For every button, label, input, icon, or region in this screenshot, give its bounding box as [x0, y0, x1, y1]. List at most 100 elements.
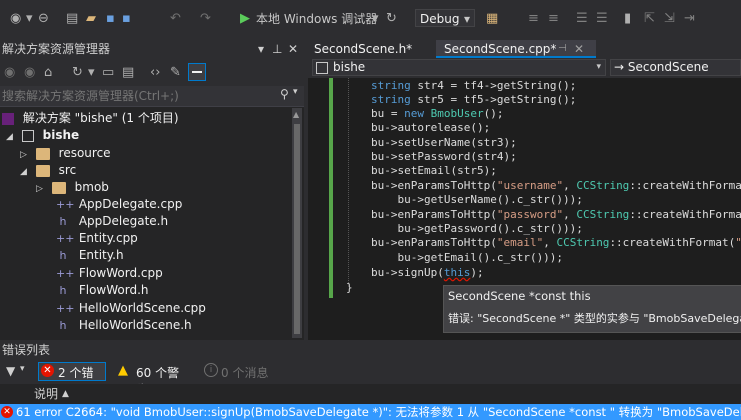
- home-icon[interactable]: ⌂: [44, 64, 52, 82]
- code-line: bu->setUserName(str3);: [371, 136, 517, 149]
- chevron-down-icon[interactable]: ▾: [258, 40, 264, 58]
- tree-file[interactable]: h AppDelegate.h: [56, 213, 346, 230]
- find-icon[interactable]: ▦: [486, 10, 498, 28]
- filter-icon[interactable]: ▼: [6, 364, 15, 378]
- collapse-icon[interactable]: ▭: [102, 64, 114, 82]
- config-dropdown[interactable]: Debug ▾: [415, 9, 475, 27]
- tab-secondscene-cpp[interactable]: SecondScene.cpp* ⊣ ✕: [436, 40, 596, 58]
- code-line: bu->setPassword(str4);: [371, 150, 517, 163]
- error-row-text: 61 error C2664: "void BmobUser::signUp(B…: [16, 405, 741, 419]
- align-icon[interactable]: ≡: [528, 10, 539, 28]
- new-item-icon[interactable]: ▤: [66, 10, 78, 28]
- bookmark-icon[interactable]: ▮: [624, 10, 631, 28]
- save-all-icon[interactable]: ▪: [122, 10, 131, 28]
- show-all-files-icon[interactable]: ▤: [122, 64, 134, 82]
- expanded-arrow-icon[interactable]: ◢: [20, 164, 32, 181]
- chevron-down-icon[interactable]: ▾: [372, 10, 379, 28]
- solution-search-input[interactable]: [0, 86, 274, 106]
- code-line: bu->enParamsToHttp("username", CCString:…: [371, 179, 741, 192]
- close-icon[interactable]: ✕: [288, 40, 298, 58]
- error-icon: ✕: [41, 364, 54, 377]
- undo-icon[interactable]: ↶: [170, 10, 181, 28]
- chevron-down-icon[interactable]: ▾: [20, 364, 25, 374]
- clear-bookmark-icon[interactable]: ⇥: [684, 10, 695, 28]
- tree-solution[interactable]: 解决方案 "bishe" (1 个项目): [2, 110, 292, 127]
- comment-icon[interactable]: ☰: [576, 10, 588, 28]
- tree-project[interactable]: ◢ bishe: [6, 127, 296, 144]
- member-scope-dropdown[interactable]: → SecondScene: [610, 59, 741, 76]
- config-value: Debug: [420, 12, 460, 26]
- expanded-arrow-icon[interactable]: ◢: [6, 129, 18, 146]
- chevron-down-icon[interactable]: ▾: [293, 87, 298, 97]
- cpp-file-icon: ++: [56, 266, 75, 280]
- tree-item-src[interactable]: ◢ src: [20, 162, 310, 179]
- sync-icon[interactable]: ↻: [72, 64, 83, 82]
- tab-secondscene-h[interactable]: SecondScene.h*: [308, 40, 440, 58]
- solution-scrollbar-thumb[interactable]: [294, 124, 300, 334]
- chevron-down-icon[interactable]: ▾: [88, 64, 95, 82]
- messages-count-label: 0 个消息: [221, 366, 269, 380]
- column-description[interactable]: 说明: [34, 384, 58, 404]
- pin-icon[interactable]: ⊥: [272, 40, 282, 58]
- error-icon: ✕: [1, 406, 13, 418]
- search-icon[interactable]: ⚲: [280, 87, 289, 101]
- nav-scope-label: → SecondScene: [614, 60, 709, 74]
- editor-tab-strip: SecondScene.h* SecondScene.cpp* ⊣ ✕: [308, 40, 741, 58]
- tree-item-label: FlowWord.cpp: [78, 266, 163, 280]
- next-bookmark-icon[interactable]: ⇲: [664, 10, 675, 28]
- code-line: bu->autorelease();: [371, 121, 491, 134]
- tooltip-signature: SecondScene *const this: [448, 289, 591, 303]
- tree-file[interactable]: ++ Entity.cpp: [56, 230, 346, 247]
- tree-item-bmob[interactable]: ▷ bmob: [36, 179, 326, 196]
- sort-ascending-icon[interactable]: ▲: [62, 384, 69, 404]
- header-file-icon: h: [59, 214, 67, 228]
- messages-filter-button[interactable]: i 0 个消息: [202, 362, 277, 381]
- info-icon: i: [204, 363, 218, 377]
- chevron-down-icon[interactable]: ▾: [26, 10, 33, 28]
- project-scope-dropdown[interactable]: bishe ▾: [312, 59, 606, 76]
- tree-solution-label: 解决方案 "bishe" (1 个项目): [22, 111, 179, 125]
- start-debug-icon[interactable]: ▶: [240, 10, 250, 28]
- pin-icon[interactable]: ⊣: [558, 40, 567, 58]
- prev-bookmark-icon[interactable]: ⇱: [644, 10, 655, 28]
- refresh-icon[interactable]: ↻: [386, 10, 397, 28]
- solution-search-box[interactable]: ⚲ ▾: [0, 86, 304, 107]
- tree-file[interactable]: ++ AppDelegate.cpp: [56, 196, 346, 213]
- view-code-icon[interactable]: ‹›: [150, 64, 160, 82]
- tree-file[interactable]: h FlowWord.h: [56, 282, 346, 299]
- tree-file[interactable]: ++ HelloWorldScene.cpp: [56, 300, 346, 317]
- redo-icon[interactable]: ↷: [200, 10, 211, 28]
- tree-file[interactable]: h HelloWorldScene.h: [56, 317, 346, 334]
- forward-icon[interactable]: ◉: [24, 64, 35, 82]
- tree-item-resource[interactable]: ▷ resource: [20, 145, 310, 162]
- save-icon[interactable]: ▪: [106, 10, 115, 28]
- code-line: bu->getEmail().c_str()));: [371, 251, 564, 264]
- collapsed-arrow-icon[interactable]: ▷: [36, 181, 48, 198]
- back-icon[interactable]: ◉: [4, 64, 15, 82]
- tree-file[interactable]: h Entity.h: [56, 247, 346, 264]
- debugger-label[interactable]: 本地 Windows 调试器: [256, 10, 377, 28]
- align2-icon[interactable]: ≡: [548, 10, 559, 28]
- solution-icon: [2, 112, 14, 125]
- project-icon: [316, 62, 328, 74]
- header-file-icon: h: [59, 283, 67, 297]
- forward-icon[interactable]: ⊖: [38, 10, 49, 28]
- tree-item-label: AppDelegate.h: [78, 214, 169, 228]
- close-icon[interactable]: ✕: [574, 40, 584, 58]
- solution-explorer-toolbar: ◉ ◉ ⌂ ↻ ▾ ▭ ▤ ‹› ✎: [0, 58, 304, 86]
- open-folder-icon[interactable]: ▰: [86, 10, 96, 28]
- tree-item-label: HelloWorldScene.cpp: [78, 301, 206, 315]
- properties-icon[interactable]: ✎: [170, 64, 181, 82]
- error-row[interactable]: ✕ 61 error C2664: "void BmobUser::signUp…: [0, 404, 741, 420]
- menu-bar: [0, 0, 741, 6]
- chevron-down-icon: ▾: [596, 62, 601, 72]
- change-indicator: [329, 78, 333, 298]
- uncomment-icon[interactable]: ☰: [596, 10, 608, 28]
- back-icon[interactable]: ◉: [10, 10, 21, 28]
- scroll-up-icon[interactable]: ▲: [293, 110, 299, 119]
- tooltip-error: 错误: "SecondScene *" 类型的实参与 "BmobSaveDele…: [448, 312, 741, 325]
- tree-file[interactable]: ++ FlowWord.cpp: [56, 265, 346, 282]
- errors-filter-button[interactable]: ✕ 2 个错误: [38, 362, 106, 397]
- warnings-filter-button[interactable]: ▲ 60 个警告: [116, 362, 191, 397]
- preview-icon[interactable]: [188, 63, 206, 81]
